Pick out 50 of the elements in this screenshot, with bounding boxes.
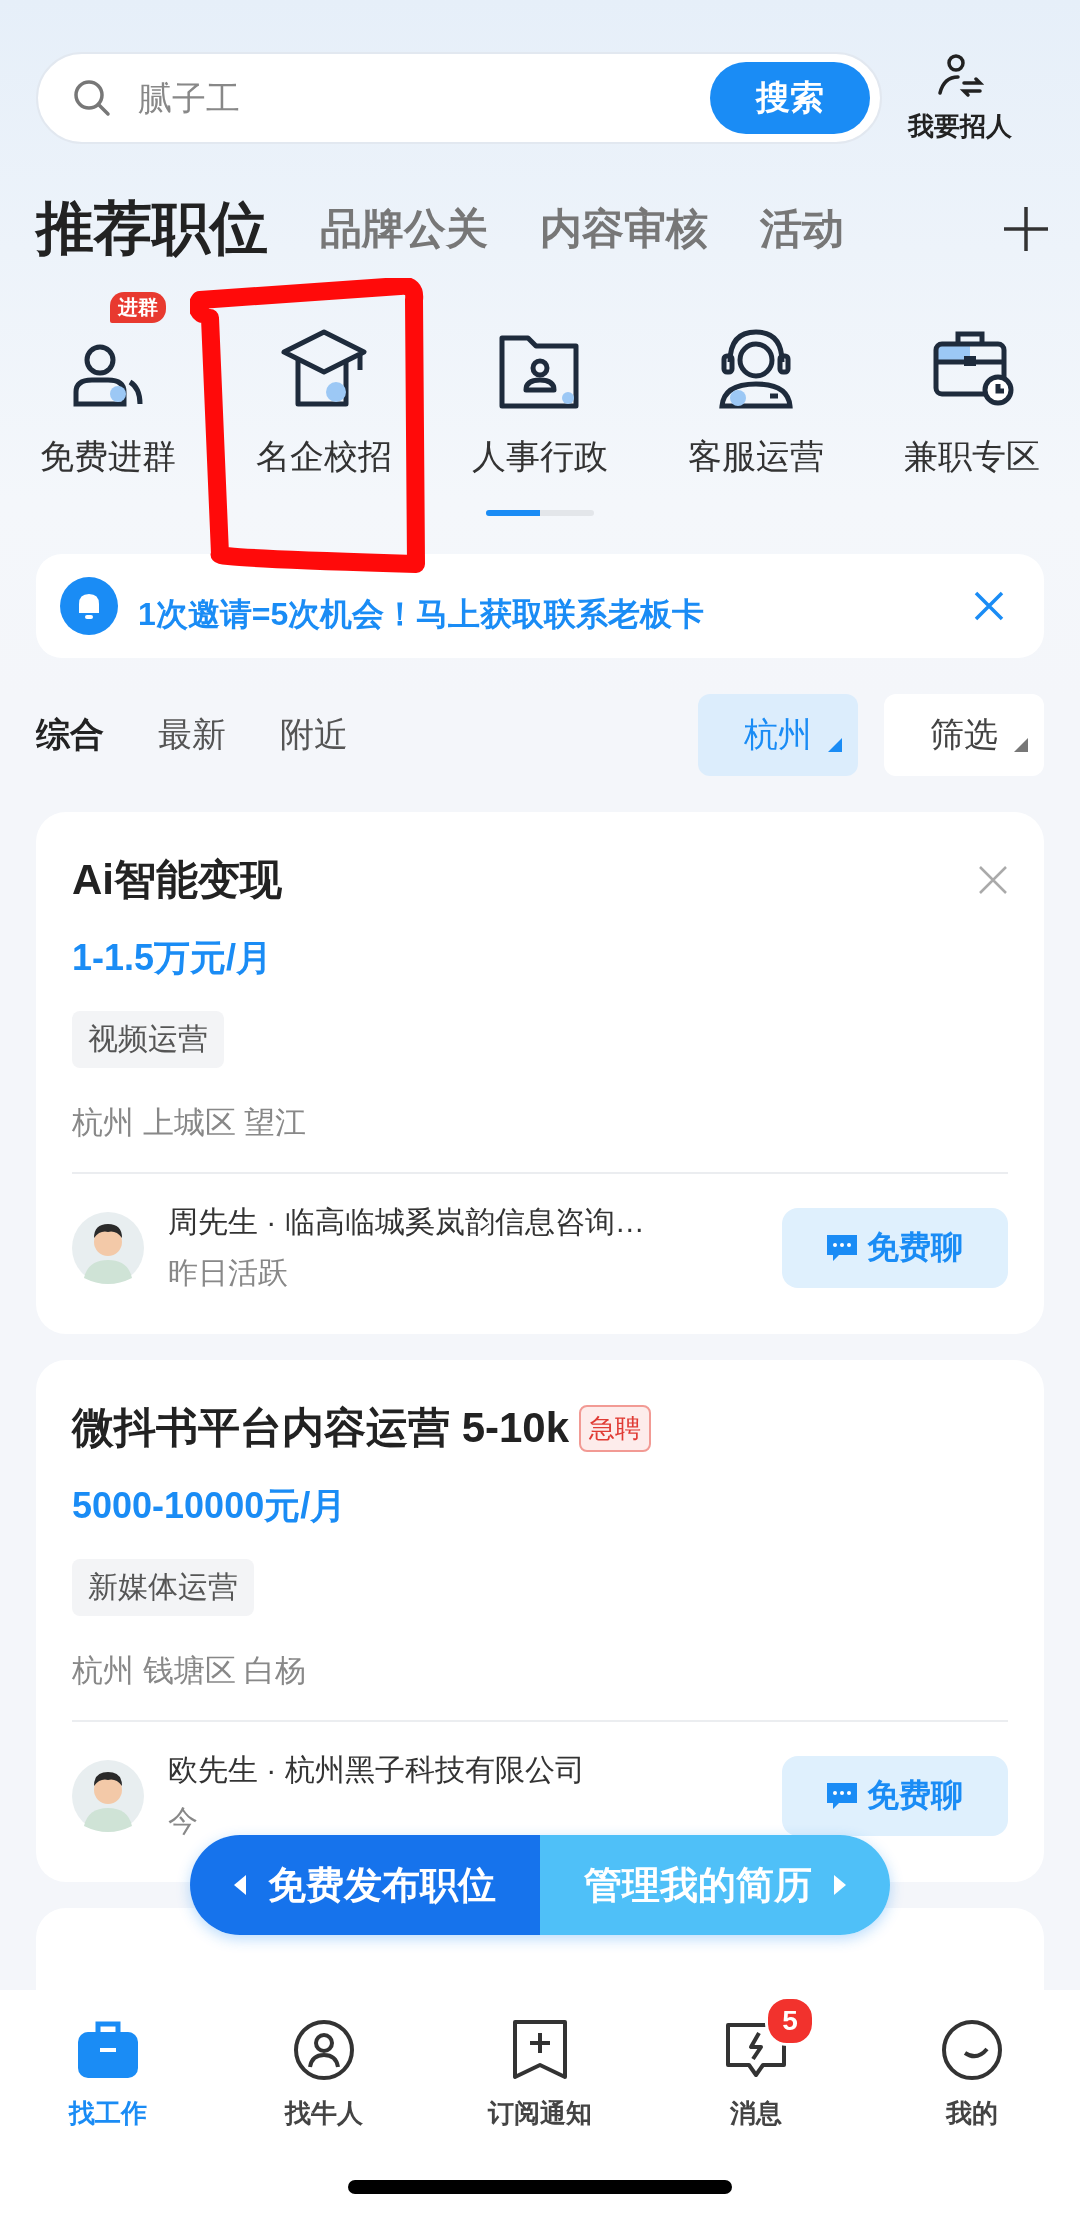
job-title: 微抖书平台内容运营 5-10k	[72, 1403, 570, 1453]
salary: 5000-10000元/月	[72, 1484, 348, 1528]
search-icon	[72, 78, 112, 118]
nav-tab[interactable]: 5 消息	[676, 1994, 836, 2131]
quick-entry-label[interactable]: 名企校招	[256, 434, 392, 480]
smiley-icon	[941, 2019, 1003, 2081]
dropdown-triangle-icon	[828, 738, 842, 752]
quick-entry-label[interactable]: 免费进群	[40, 434, 176, 480]
recruiter-name: 周先生 · 临高临城奚岚韵信息咨询…	[168, 1204, 646, 1240]
avatar	[72, 1212, 144, 1284]
job-tag: 视频运营	[72, 1011, 224, 1068]
avatar	[72, 1760, 144, 1832]
sort-tab[interactable]: 综合	[36, 712, 104, 758]
add-icon[interactable]	[1002, 205, 1050, 253]
nav-tab[interactable]: 我的	[892, 1994, 1052, 2131]
activity-status: 昨日活跃	[168, 1255, 289, 1291]
job-title: Ai智能变现	[72, 855, 282, 905]
bookmark-plus-icon	[512, 2019, 568, 2081]
quick-entry-label[interactable]: 客服运营	[688, 434, 824, 480]
quick-entry-label[interactable]: 人事行政	[472, 434, 608, 480]
badge: 进群	[110, 292, 166, 323]
sort-tab[interactable]: 附近	[280, 712, 348, 758]
urgent-badge: 急聘	[579, 1404, 652, 1452]
job-tag: 新媒体运营	[72, 1559, 254, 1616]
job-location: 杭州 钱塘区 白杨	[72, 1652, 308, 1690]
close-icon[interactable]	[974, 591, 1004, 621]
salary: 1-1.5万元/月	[72, 936, 274, 980]
filter-dropdown[interactable]: 筛选	[884, 694, 1044, 776]
category-tab[interactable]: 内容审核	[540, 201, 708, 257]
chat-bubble-icon	[827, 1235, 857, 1261]
bell-icon	[60, 577, 118, 635]
person-swap-icon	[936, 52, 984, 99]
sort-tab[interactable]: 最新	[158, 712, 226, 758]
action-button[interactable]: 免费发布职位	[190, 1835, 540, 1935]
quick-entry-label[interactable]: 兼职专区	[904, 434, 1040, 480]
person-icon	[293, 2019, 355, 2081]
category-tab[interactable]: 推荐职位	[36, 190, 268, 268]
job-location: 杭州 上城区 望江	[72, 1104, 308, 1142]
category-tab[interactable]: 品牌公关	[320, 201, 488, 257]
category-tab[interactable]: 活动	[760, 201, 844, 257]
nav-tab[interactable]: 找牛人	[244, 1994, 404, 2131]
caret-left-icon	[234, 1875, 248, 1895]
dropdown-triangle-icon	[1014, 738, 1028, 752]
chat-bubble-icon	[827, 1783, 857, 1809]
recruit-link[interactable]: 我要招人	[908, 52, 1012, 144]
recruiter-name: 欧先生 · 杭州黑子科技有限公司	[168, 1752, 586, 1788]
briefcase-icon	[76, 2020, 140, 2080]
caret-right-icon	[832, 1875, 846, 1895]
unread-badge: 5	[765, 1996, 815, 2046]
nav-tab[interactable]: 订阅通知	[460, 1994, 620, 2131]
